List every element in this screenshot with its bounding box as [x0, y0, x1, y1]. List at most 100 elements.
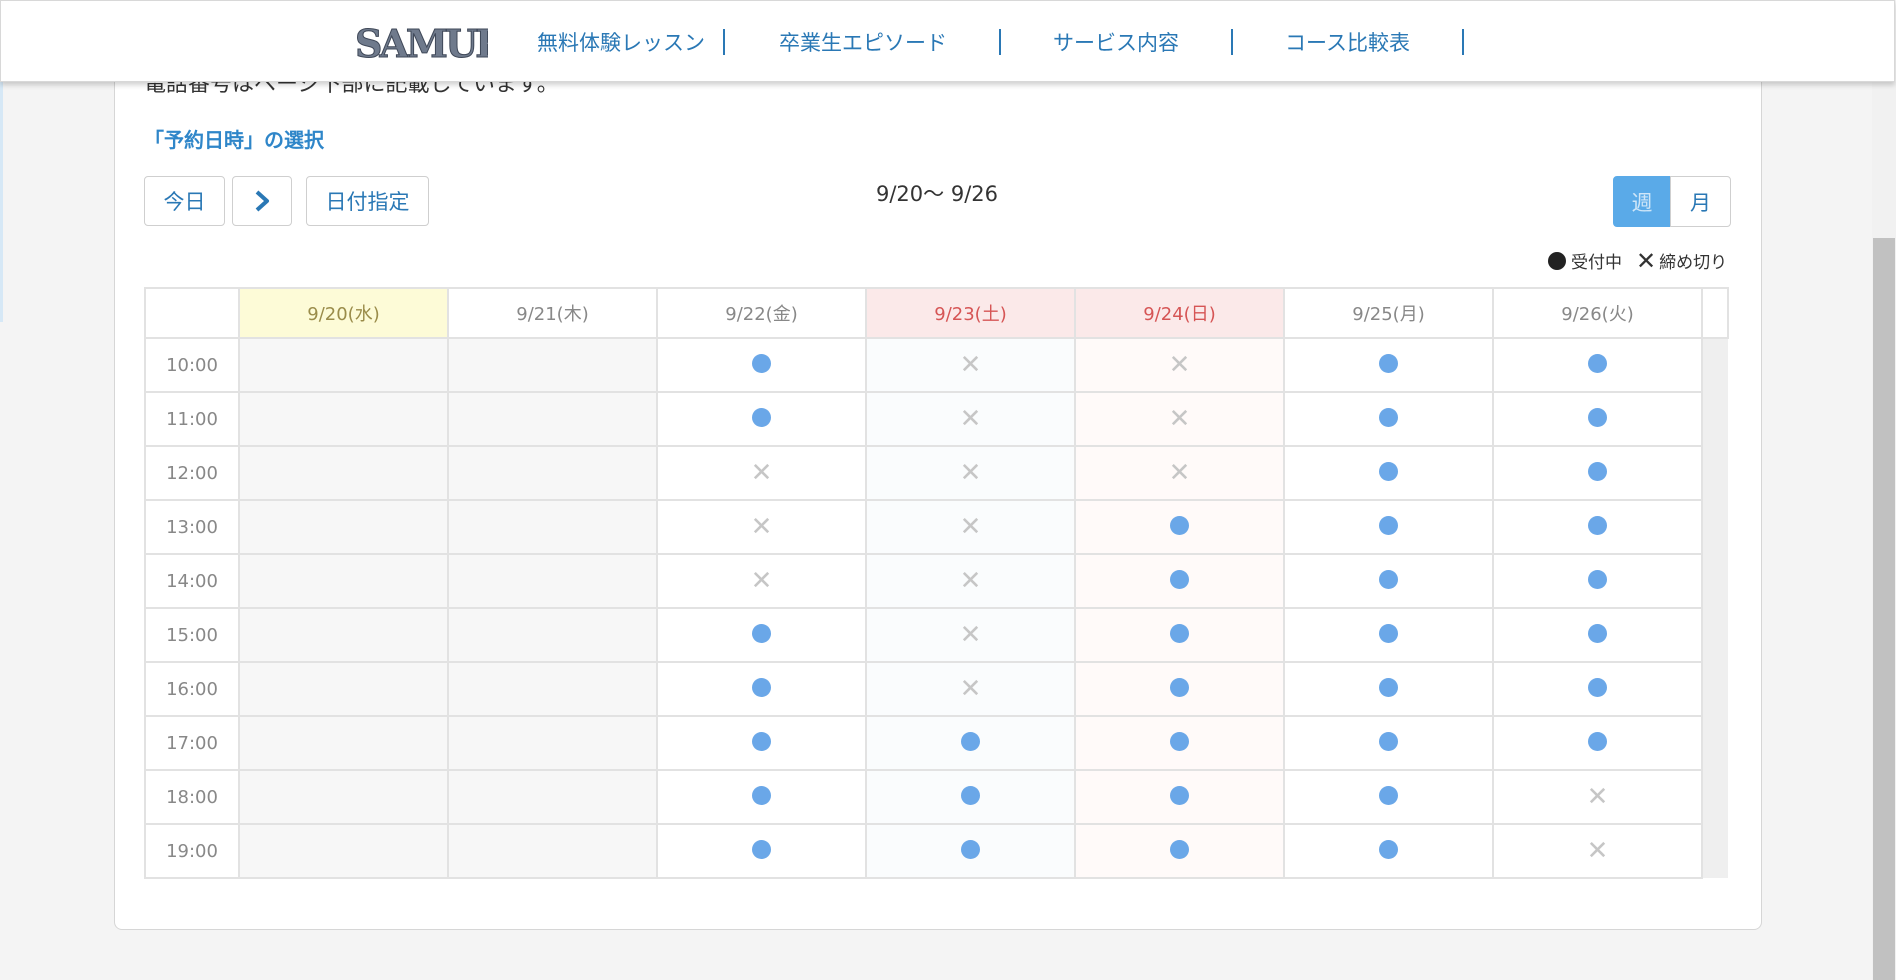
time-slot — [238, 391, 449, 447]
available-dot-icon[interactable] — [961, 839, 980, 859]
available-dot-icon[interactable] — [1379, 839, 1398, 859]
view-month-button[interactable]: 月 — [1670, 176, 1731, 227]
available-dot-icon[interactable] — [1170, 785, 1189, 805]
available-dot-icon[interactable] — [1379, 569, 1398, 589]
chevron-right-icon — [255, 190, 269, 212]
time-slot[interactable] — [1492, 553, 1703, 609]
time-slot[interactable] — [1283, 661, 1494, 717]
today-button[interactable]: 今日 — [144, 176, 225, 226]
available-dot-icon[interactable] — [752, 677, 771, 697]
available-dot-icon[interactable] — [1170, 515, 1189, 535]
available-dot-icon[interactable] — [1588, 407, 1607, 427]
date-pick-button[interactable]: 日付指定 — [306, 176, 429, 226]
time-label: 11:00 — [144, 391, 240, 447]
available-dot-icon[interactable] — [1379, 785, 1398, 805]
time-slot[interactable] — [1283, 553, 1494, 609]
day-header: 9/26(火) — [1492, 287, 1703, 339]
time-slot[interactable] — [1283, 607, 1494, 663]
time-slot[interactable] — [656, 769, 867, 825]
time-row: 11:00 ✕ ✕ — [144, 391, 1728, 447]
available-dot-icon[interactable] — [1379, 461, 1398, 481]
time-slot: ✕ — [1492, 823, 1703, 879]
available-dot-icon[interactable] — [752, 731, 771, 751]
time-slot[interactable] — [1492, 337, 1703, 393]
available-dot-icon[interactable] — [1379, 623, 1398, 643]
closed-x-icon: ✕ — [1636, 246, 1657, 275]
time-slot[interactable] — [1283, 715, 1494, 771]
available-dot-icon[interactable] — [1379, 731, 1398, 751]
time-slot — [238, 445, 449, 501]
time-slot[interactable] — [1283, 391, 1494, 447]
time-slot[interactable] — [1283, 823, 1494, 879]
available-dot-icon[interactable] — [1588, 623, 1607, 643]
time-slot[interactable] — [656, 391, 867, 447]
time-slot[interactable] — [1492, 499, 1703, 555]
nav-link-services[interactable]: サービス内容 — [1001, 27, 1231, 57]
available-dot-icon[interactable] — [752, 353, 771, 373]
available-dot-icon[interactable] — [1379, 677, 1398, 697]
available-dot-icon[interactable] — [1170, 677, 1189, 697]
calendar-gutter — [1702, 608, 1728, 662]
scrollbar-thumb[interactable] — [1873, 238, 1895, 980]
available-dot-icon[interactable] — [1588, 677, 1607, 697]
available-dot-icon[interactable] — [752, 407, 771, 427]
available-dot-icon[interactable] — [1588, 515, 1607, 535]
time-slot[interactable] — [1283, 337, 1494, 393]
closed-x-icon: ✕ — [959, 350, 982, 380]
time-slot[interactable] — [656, 823, 867, 879]
closed-x-icon: ✕ — [750, 458, 773, 488]
time-slot[interactable] — [1283, 499, 1494, 555]
available-dot-icon[interactable] — [752, 839, 771, 859]
available-dot-icon[interactable] — [1170, 731, 1189, 751]
available-dot-icon[interactable] — [1379, 407, 1398, 427]
time-slot[interactable] — [1074, 661, 1285, 717]
time-slot[interactable] — [1283, 445, 1494, 501]
available-dot-icon[interactable] — [961, 785, 980, 805]
time-slot[interactable] — [1074, 499, 1285, 555]
time-slot: ✕ — [1074, 391, 1285, 447]
time-slot[interactable] — [1283, 769, 1494, 825]
time-slot[interactable] — [1074, 607, 1285, 663]
time-slot[interactable] — [1074, 823, 1285, 879]
time-slot[interactable] — [656, 661, 867, 717]
time-slot[interactable] — [1492, 661, 1703, 717]
time-slot[interactable] — [1492, 445, 1703, 501]
time-slot[interactable] — [1492, 391, 1703, 447]
closed-x-icon: ✕ — [750, 566, 773, 596]
time-slot[interactable] — [656, 715, 867, 771]
available-dot-icon[interactable] — [1379, 515, 1398, 535]
time-slot[interactable] — [1492, 715, 1703, 771]
available-dot-icon[interactable] — [1379, 353, 1398, 373]
time-slot[interactable] — [865, 823, 1076, 879]
available-dot-icon[interactable] — [961, 731, 980, 751]
time-slot[interactable] — [656, 337, 867, 393]
available-dot-icon[interactable] — [1170, 623, 1189, 643]
next-week-button[interactable] — [232, 176, 292, 226]
available-dot-icon[interactable] — [1588, 731, 1607, 751]
time-slot[interactable] — [1074, 769, 1285, 825]
time-slot — [447, 715, 658, 771]
day-header: 9/22(金) — [656, 287, 867, 339]
time-slot: ✕ — [1074, 445, 1285, 501]
samurai-logo[interactable]: SAMURAI — [353, 13, 489, 69]
time-slot — [447, 445, 658, 501]
time-slot[interactable] — [865, 769, 1076, 825]
time-slot[interactable] — [656, 607, 867, 663]
available-dot-icon[interactable] — [752, 785, 771, 805]
nav-link-course-comparison[interactable]: コース比較表 — [1233, 27, 1462, 57]
time-slot[interactable] — [865, 715, 1076, 771]
available-dot-icon[interactable] — [752, 623, 771, 643]
nav-link-free-trial[interactable]: 無料体験レッスン — [519, 27, 723, 57]
available-dot-icon[interactable] — [1170, 569, 1189, 589]
available-dot-icon[interactable] — [1588, 461, 1607, 481]
available-dot-icon[interactable] — [1588, 569, 1607, 589]
view-week-button[interactable]: 週 — [1613, 176, 1671, 227]
time-slot[interactable] — [1492, 607, 1703, 663]
available-dot-icon[interactable] — [1170, 839, 1189, 859]
nav-link-graduate-episodes[interactable]: 卒業生エピソード — [725, 27, 999, 57]
time-slot: ✕ — [1492, 769, 1703, 825]
time-slot[interactable] — [1074, 553, 1285, 609]
available-dot-icon[interactable] — [1588, 353, 1607, 373]
day-header: 9/25(月) — [1283, 287, 1494, 339]
time-slot[interactable] — [1074, 715, 1285, 771]
